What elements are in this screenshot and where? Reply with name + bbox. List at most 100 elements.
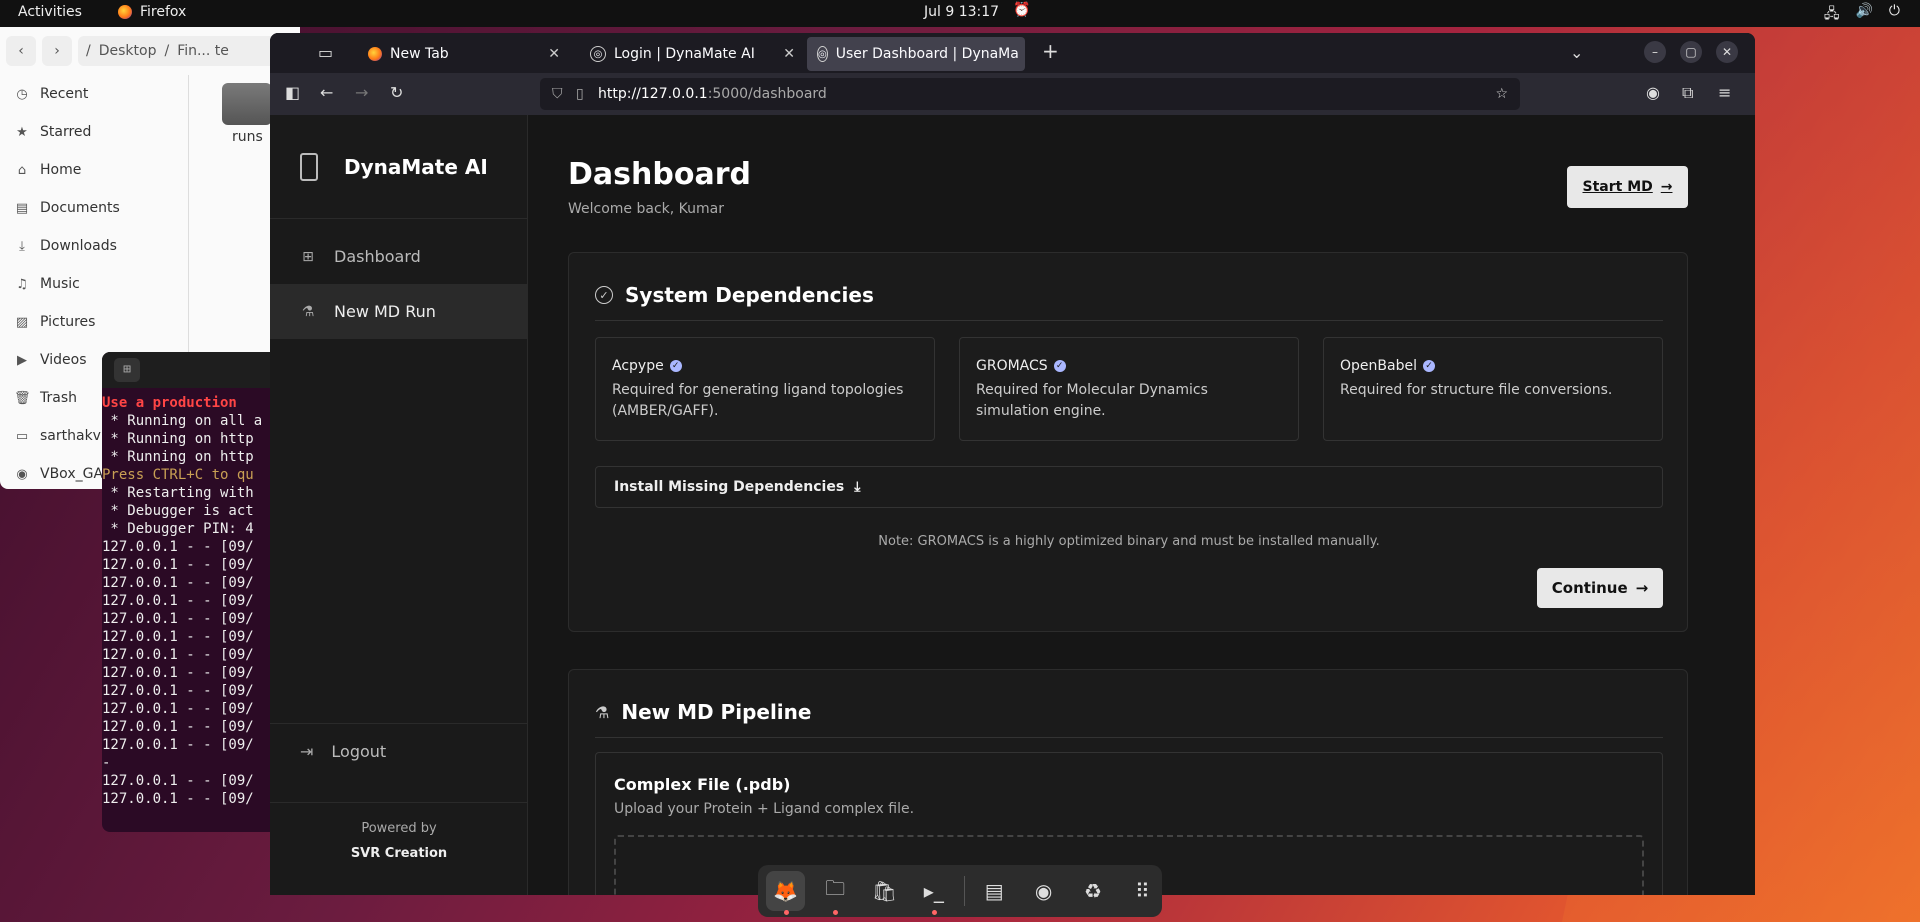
sidebar-item-dashboard[interactable]: ⊞ Dashboard <box>270 229 527 284</box>
maximize-button[interactable]: ▢ <box>1680 41 1702 63</box>
alarm-icon: ⏰ <box>1013 2 1031 18</box>
app-grid-icon[interactable]: ⠿ <box>1123 871 1162 911</box>
path-segment-current[interactable]: Fin... te <box>177 43 229 59</box>
app-center-icon[interactable]: 🛍 <box>865 871 904 911</box>
sidebar-item-home[interactable]: ⌂ Home <box>0 151 188 189</box>
menu-icon[interactable]: ≡ <box>1718 83 1731 102</box>
document-icon: ▤ <box>15 200 29 216</box>
path-separator: / <box>86 43 91 59</box>
active-app-menu[interactable]: Firefox <box>118 4 186 20</box>
battery-logo-icon <box>300 152 318 181</box>
activities-button[interactable]: Activities <box>18 4 82 20</box>
sidebar-item-music[interactable]: ♫ Music <box>0 265 188 303</box>
close-icon[interactable]: ✕ <box>548 46 560 62</box>
back-arrow-icon[interactable]: ← <box>320 83 333 102</box>
divider <box>595 320 1663 321</box>
new-tab-plus-icon[interactable]: + <box>1042 39 1059 63</box>
check-circle-icon: ✓ <box>595 286 613 304</box>
sidebar-item-label: Starred <box>40 124 92 140</box>
bookmark-star-icon[interactable]: ☆ <box>1495 86 1508 102</box>
sidebar-toggle-icon[interactable]: ◧ <box>285 83 300 102</box>
sidebar-item-new-md-run[interactable]: ⚗ New MD Run <box>270 284 527 339</box>
brand-name: DynaMate AI <box>344 154 488 179</box>
sidebar-item-starred[interactable]: ★ Starred <box>0 113 188 151</box>
firefox-view-icon[interactable]: ▭ <box>318 43 333 62</box>
text-editor-icon[interactable]: ▤ <box>974 871 1013 911</box>
plus-icon: ⊞ <box>123 362 131 377</box>
close-window-button[interactable]: ✕ <box>1716 41 1738 63</box>
firefox-icon <box>368 47 382 61</box>
url-bar[interactable]: ⛉ ▯ http://127.0.0.1:5000/dashboard ☆ <box>540 78 1520 110</box>
install-dependencies-button[interactable]: Install Missing Dependencies ⤓ <box>595 466 1663 508</box>
card-title: ⚗ New MD Pipeline <box>595 700 811 724</box>
folder-icon[interactable] <box>222 83 272 125</box>
minimize-button[interactable]: – <box>1644 41 1666 63</box>
tab-label: Login | DynaMate AI <box>614 46 755 62</box>
system-tray[interactable]: 🖧 🔊 ⏻ <box>1824 3 1900 27</box>
dependency-name: OpenBabel <box>1340 358 1417 374</box>
start-md-button[interactable]: Start MD → <box>1567 166 1688 208</box>
back-button[interactable]: ‹ <box>6 36 36 66</box>
sidebar-item-recent[interactable]: ◷ Recent <box>0 75 188 113</box>
disc-icon[interactable]: ◉ <box>1024 871 1063 911</box>
clock[interactable]: Jul 9 13:17 <box>924 4 999 20</box>
extensions-icon[interactable]: ⧉ <box>1682 83 1693 103</box>
globe-icon: ◎ <box>590 46 606 62</box>
sidebar-item-label: Trash <box>40 390 77 406</box>
start-md-label: Start MD <box>1582 179 1653 195</box>
files-icon[interactable]: 🗀 <box>815 871 854 915</box>
dependency-name: GROMACS <box>976 358 1048 374</box>
shield-icon[interactable]: ⛉ <box>552 86 563 102</box>
sidebar-item-label: VBox_GAs <box>40 466 111 482</box>
running-indicator <box>833 910 839 915</box>
forward-arrow-icon[interactable]: → <box>355 83 368 102</box>
firefox-icon[interactable]: 🦊 <box>766 871 806 915</box>
dependency-gromacs: GROMACS ✓ Required for Molecular Dynamics … <box>959 337 1299 441</box>
dock-separator <box>963 876 965 906</box>
tab-user-dashboard[interactable]: ◎User Dashboard | DynaMa✕ <box>807 37 1025 71</box>
url-host: http://127.0.0.1 <box>598 86 708 102</box>
gromacs-note: Note: GROMACS is a highly optimized bina… <box>878 534 1380 549</box>
download-icon: ⤓ <box>19 238 25 254</box>
logout-button[interactable]: ⇥ Logout <box>270 723 528 778</box>
install-label: Install Missing Dependencies <box>614 479 845 495</box>
dependency-desc: Required for generating ligand topologie… <box>612 382 904 419</box>
page-icon[interactable]: ▯ <box>576 86 584 102</box>
sidebar-item-label: Music <box>40 276 80 292</box>
close-icon[interactable]: ✕ <box>783 46 795 62</box>
sidebar-item-label: Documents <box>40 200 120 216</box>
sidebar-item-downloads[interactable]: ⤓ Downloads <box>0 227 188 265</box>
main-content[interactable]: Dashboard Welcome back, Kumar Start MD → … <box>528 115 1755 895</box>
account-icon[interactable]: ◉ <box>1646 83 1660 102</box>
dependency-name: Acpype <box>612 358 664 374</box>
tab-list-chevron-icon[interactable]: ⌄ <box>1570 43 1583 62</box>
terminal-icon[interactable]: ▸_ <box>914 871 953 915</box>
flask-icon: ⚗ <box>301 303 315 320</box>
forward-button[interactable]: › <box>42 36 72 66</box>
tab-new-tab[interactable]: New Tab ✕ <box>358 37 570 71</box>
sidebar-item-pictures[interactable]: ▨ Pictures <box>0 303 188 341</box>
power-icon: ⏻ <box>1888 3 1900 19</box>
reload-icon[interactable]: ↻ <box>390 83 403 102</box>
arrow-right-icon: → <box>1660 179 1673 195</box>
continue-button[interactable]: Continue → <box>1537 568 1663 608</box>
sidebar-item-label: Home <box>40 162 82 178</box>
music-icon: ♫ <box>16 276 28 292</box>
sidebar-item-documents[interactable]: ▤ Documents <box>0 189 188 227</box>
folder-label[interactable]: runs <box>232 129 263 145</box>
verified-check-icon: ✓ <box>1053 360 1066 372</box>
verified-check-icon: ✓ <box>669 360 682 372</box>
network-icon: 🖧 <box>1823 6 1840 22</box>
dynamate-app: DynaMate AI ⊞ Dashboard ⚗ New MD Run ⇥ Logo… <box>270 115 1755 895</box>
top-bar: Activities Firefox Jul 9 13:17 ⏰ 🖧 🔊 ⏻ <box>0 0 1920 27</box>
url-text[interactable]: http://127.0.0.1:5000/dashboard <box>598 86 827 102</box>
app-sidebar: DynaMate AI ⊞ Dashboard ⚗ New MD Run ⇥ Logo… <box>270 115 528 895</box>
complex-file-subtitle: Upload your Protein + Ligand complex fil… <box>614 801 915 817</box>
tab-login[interactable]: ◎ Login | DynaMate AI ✕ <box>580 37 805 71</box>
path-segment-desktop[interactable]: Desktop <box>99 43 157 59</box>
new-tab-button[interactable]: ⊞ <box>114 358 140 382</box>
card-title: ✓ System Dependencies <box>595 283 874 307</box>
path-bar[interactable]: / Desktop / Fin... te <box>78 36 300 66</box>
brand[interactable]: DynaMate AI <box>270 115 527 219</box>
recycle-icon[interactable]: ♻ <box>1073 871 1112 911</box>
